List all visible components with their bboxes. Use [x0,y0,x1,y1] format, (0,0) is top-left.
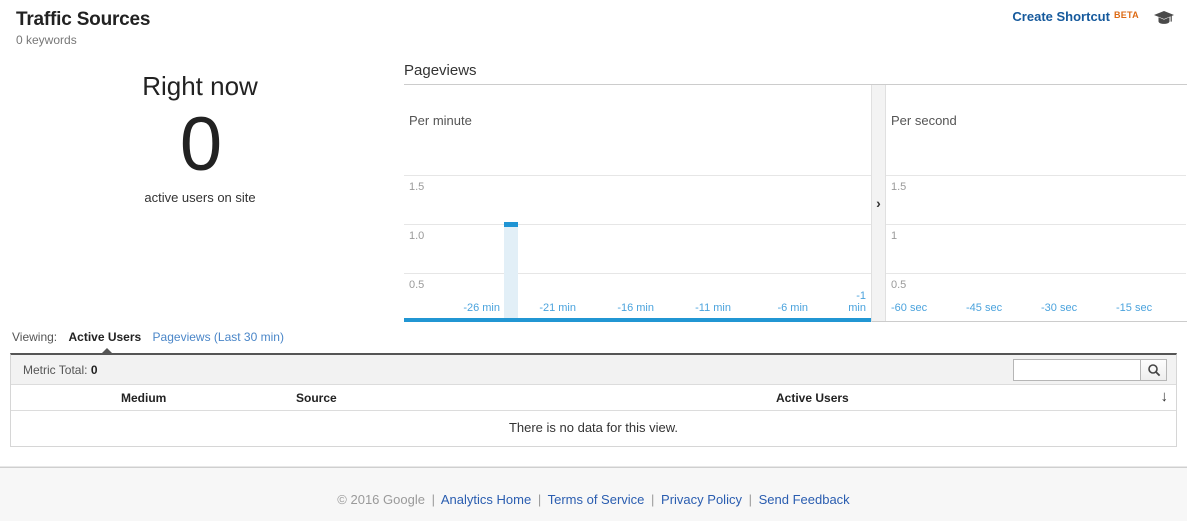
beta-badge: BETA [1113,10,1139,20]
xtick-label: -15 sec [1116,302,1153,314]
active-users-caption: active users on site [144,190,256,205]
ytick-label: 1.5 [409,181,425,193]
pageviews-heading: Pageviews [404,62,477,79]
footer-link-terms-of-service[interactable]: Terms of Service [548,492,645,507]
per-second-label: Per second [891,113,957,128]
page-header: Traffic Sources 0 keywords Create Shortc… [0,0,1187,52]
xtick-label: -30 sec [1041,302,1078,314]
xtick-label: -26 min [463,302,500,314]
xtick-label: -60 sec [891,302,928,314]
xtick-label: -1 min [848,290,866,314]
page-footer: © 2016 Google | Analytics Home | Terms o… [0,467,1187,521]
right-now-panel: Right now 0 active users on site [0,70,400,205]
column-header-medium[interactable]: Medium [121,391,166,405]
graduation-cap-icon[interactable] [1153,10,1175,31]
xtick-label: -16 min [617,302,654,314]
footer-links: © 2016 Google | Analytics Home | Terms o… [0,492,1187,507]
active-users-count: 0 [179,102,222,187]
gridline-1_0 [886,224,1186,225]
metric-total-label: Metric Total: [23,363,88,377]
table-header-row: Medium Source Active Users ↓ [11,385,1176,411]
search-input[interactable] [1013,359,1141,381]
metric-total-bar: Metric Total: 0 [11,355,1176,385]
footer-separator: | [651,492,655,507]
column-header-active-users[interactable]: Active Users [776,391,849,405]
footer-link-privacy-policy[interactable]: Privacy Policy [661,492,742,507]
ytick-label: 0.5 [409,279,425,291]
chart-panels: Per minute 1.5 1.0 0.5 -26 min -21 min -… [404,84,1187,322]
ytick-label: 1.5 [891,181,907,193]
metric-total: Metric Total: 0 [23,363,98,377]
page-title: Traffic Sources [16,9,151,30]
footer-link-analytics-home[interactable]: Analytics Home [441,492,531,507]
right-now-title: Right now [142,71,258,101]
data-table-block: Metric Total: 0 Medium Source Active Use… [10,353,1177,447]
footer-separator: | [431,492,435,507]
viewing-selector: Viewing: Active Users Pageviews (Last 30… [0,330,1187,354]
viewing-option-pageviews[interactable]: Pageviews (Last 30 min) [153,330,284,344]
ytick-label: 1 [891,230,898,242]
footer-separator: | [537,492,542,507]
xtick-label: -45 sec [966,302,1003,314]
ytick-label: 0.5 [891,279,907,291]
xtick-label: -21 min [539,302,576,314]
footer-link-send-feedback[interactable]: Send Feedback [759,492,850,507]
per-second-plot: 1.5 1 0.5 -60 sec -45 sec -30 sec -15 se… [886,137,1186,322]
footer-separator: | [748,492,752,507]
search-icon[interactable] [1141,359,1167,381]
arrow-down-icon[interactable]: ↓ [1161,388,1169,405]
viewing-option-active-users[interactable]: Active Users [68,330,144,354]
gridline-1_0 [404,224,871,225]
table-search [1013,359,1167,381]
footer-copyright: © 2016 Google [337,492,425,507]
gridline-0_5 [404,273,871,274]
viewing-label: Viewing: [12,330,58,344]
metric-total-value: 0 [90,363,98,377]
header-actions: Create Shortcut BETA [1012,9,1175,33]
ytick-label: 1.0 [409,230,425,242]
per-minute-plot: 1.5 1.0 0.5 -26 min -21 min -16 min -11 … [404,137,871,322]
column-header-source[interactable]: Source [296,391,337,405]
realtime-traffic-sources-page: Traffic Sources 0 keywords Create Shortc… [0,0,1187,521]
xtick-label: -11 min [695,302,731,314]
viewing-option-label: Active Users [68,330,142,344]
per-second-chart: Per second 1.5 1 0.5 -60 sec -45 sec -30… [886,85,1186,322]
pageviews-charts: Pageviews Per minute 1.5 1.0 0.5 -26 min… [404,60,1187,322]
bar-highlighted-cap [504,222,518,227]
xtick-label: -6 min [777,302,808,314]
gridline-0_5 [886,273,1186,274]
chevron-right-icon[interactable]: › [872,85,886,321]
page-subtitle: 0 keywords [16,33,77,47]
gridline-1_5 [404,175,871,176]
per-minute-label: Per minute [409,113,472,128]
table-empty-message: There is no data for this view. [508,420,679,435]
chart-baseline [404,318,871,322]
create-shortcut-link[interactable]: Create Shortcut [1012,9,1110,25]
per-minute-chart: Per minute 1.5 1.0 0.5 -26 min -21 min -… [404,85,872,322]
gridline-1_5 [886,175,1186,176]
